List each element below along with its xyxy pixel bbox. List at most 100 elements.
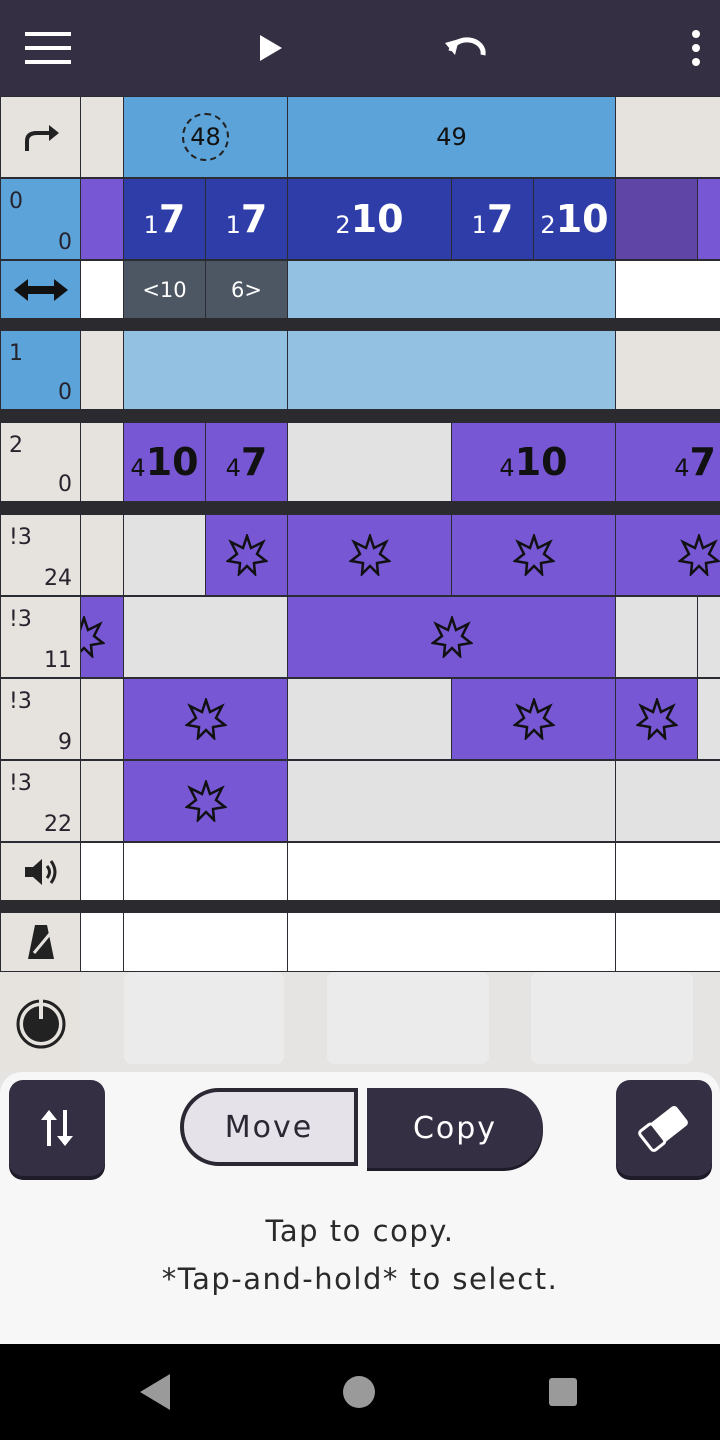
hit-cell[interactable]	[287, 678, 452, 760]
beat-number-next: 49	[436, 123, 467, 151]
tuplet-cell[interactable]	[80, 260, 124, 320]
hit-cell[interactable]	[287, 760, 616, 842]
row-separator	[0, 410, 720, 422]
hit-cell[interactable]	[80, 678, 124, 760]
note-cell[interactable]: 47	[205, 422, 288, 502]
repeat-row-header[interactable]	[0, 96, 81, 178]
hit-cell[interactable]	[205, 514, 288, 596]
metronome-icon	[1, 913, 80, 971]
hit-cell[interactable]	[697, 678, 720, 760]
row-header-2[interactable]: 2 0	[0, 422, 81, 502]
row-separator	[0, 502, 720, 514]
hit-cell[interactable]	[123, 514, 206, 596]
play-icon[interactable]	[244, 24, 296, 72]
beat-marker-next[interactable]: 49	[287, 96, 616, 178]
tempo-cell[interactable]	[327, 972, 489, 1064]
note-cell[interactable]	[287, 422, 452, 502]
hit-cell[interactable]	[287, 514, 452, 596]
note-cell[interactable]	[697, 178, 720, 260]
row-header-1[interactable]: 1 0	[0, 330, 81, 410]
tempo-cell[interactable]	[124, 972, 284, 1064]
hit-cell[interactable]	[615, 596, 698, 678]
percussion-star-icon	[616, 515, 720, 595]
nav-recents-icon[interactable]	[548, 1377, 578, 1411]
beat-marker-current[interactable]: 48	[123, 96, 288, 178]
percussion-star-icon	[206, 515, 287, 595]
note-cell[interactable]: 17	[451, 178, 534, 260]
note-cell[interactable]	[287, 330, 616, 410]
note-cell[interactable]: 4 10	[451, 422, 616, 502]
hit-cell[interactable]	[80, 514, 124, 596]
volume-cell[interactable]	[123, 842, 288, 902]
copy-button[interactable]: Copy	[367, 1088, 543, 1168]
beat-cell[interactable]	[80, 96, 124, 178]
volume-cell[interactable]	[287, 842, 616, 902]
tempo-cell[interactable]	[531, 972, 693, 1064]
edit-panel: Move Copy Tap to copy. *Tap-and-hold* to…	[0, 1072, 720, 1344]
hit-cell[interactable]	[287, 596, 616, 678]
swap-direction-button[interactable]	[9, 1080, 105, 1176]
metronome-cell[interactable]	[123, 912, 288, 972]
tuplet-cell[interactable]	[615, 260, 720, 320]
percussion-row-header-2[interactable]: !3 11	[0, 596, 81, 678]
row-value: 0	[58, 472, 72, 497]
note-cell[interactable]: 17	[123, 178, 206, 260]
note-cell[interactable]	[80, 178, 124, 260]
note-cell[interactable]: 4 10	[123, 422, 206, 502]
hit-cell[interactable]	[697, 596, 720, 678]
volume-row-header[interactable]	[0, 842, 81, 902]
hit-cell[interactable]	[80, 760, 124, 842]
hamburger-menu-icon[interactable]	[22, 24, 74, 72]
erase-button[interactable]	[616, 1080, 712, 1176]
note-cell[interactable]: 17	[205, 178, 288, 260]
tuplet-row-header[interactable]	[0, 260, 81, 320]
move-button[interactable]: Move	[180, 1088, 358, 1166]
tuplet-end[interactable]: 6>	[205, 260, 288, 320]
hit-cell[interactable]	[615, 678, 698, 760]
row-value: 0	[58, 230, 72, 255]
beat-cell[interactable]	[615, 96, 720, 178]
system-nav-bar	[0, 1344, 720, 1440]
row-value: 22	[44, 812, 72, 837]
note-cell[interactable]	[615, 330, 720, 410]
more-vertical-icon[interactable]	[670, 24, 720, 72]
metronome-cell[interactable]	[287, 912, 616, 972]
nav-home-icon[interactable]	[342, 1375, 376, 1413]
percussion-row-header-3[interactable]: !3 9	[0, 678, 81, 760]
hit-cell[interactable]	[615, 760, 720, 842]
volume-cell[interactable]	[80, 842, 124, 902]
hit-cell[interactable]	[123, 678, 288, 760]
row-value: 0	[58, 380, 72, 405]
percussion-star-icon	[124, 761, 287, 841]
note-cell[interactable]: 2 10	[533, 178, 616, 260]
hit-cell[interactable]	[451, 514, 616, 596]
percussion-row-header-1[interactable]: !3 24	[0, 514, 81, 596]
note-cell[interactable]	[80, 330, 124, 410]
metronome-cell[interactable]	[615, 912, 720, 972]
tempo-row-header[interactable]	[0, 972, 81, 1072]
hit-cell[interactable]	[451, 678, 616, 760]
percussion-row-header-4[interactable]: !3 22	[0, 760, 81, 842]
undo-icon[interactable]	[440, 24, 492, 72]
row-label: !3	[9, 689, 32, 714]
hit-cell[interactable]	[123, 596, 288, 678]
tuplet-cell[interactable]	[287, 260, 616, 320]
metronome-row-header[interactable]	[0, 912, 81, 972]
hint-line-1: Tap to copy.	[265, 1214, 455, 1248]
tuplet-start[interactable]: <10	[123, 260, 206, 320]
row-header-0[interactable]: 0 0	[0, 178, 81, 260]
hit-cell[interactable]	[615, 514, 720, 596]
note-cell[interactable]	[615, 178, 698, 260]
note-cell[interactable]	[123, 330, 288, 410]
row-label: !3	[9, 607, 32, 632]
note-cell[interactable]: 47	[615, 422, 720, 502]
nav-back-icon[interactable]	[138, 1372, 172, 1416]
resize-arrows-icon	[1, 261, 80, 319]
metronome-cell[interactable]	[80, 912, 124, 972]
hit-cell[interactable]	[80, 596, 124, 678]
note-cell[interactable]: 2 10	[287, 178, 452, 260]
note-cell[interactable]	[80, 422, 124, 502]
percussion-star-icon	[452, 515, 615, 595]
hit-cell[interactable]	[123, 760, 288, 842]
volume-cell[interactable]	[615, 842, 720, 902]
